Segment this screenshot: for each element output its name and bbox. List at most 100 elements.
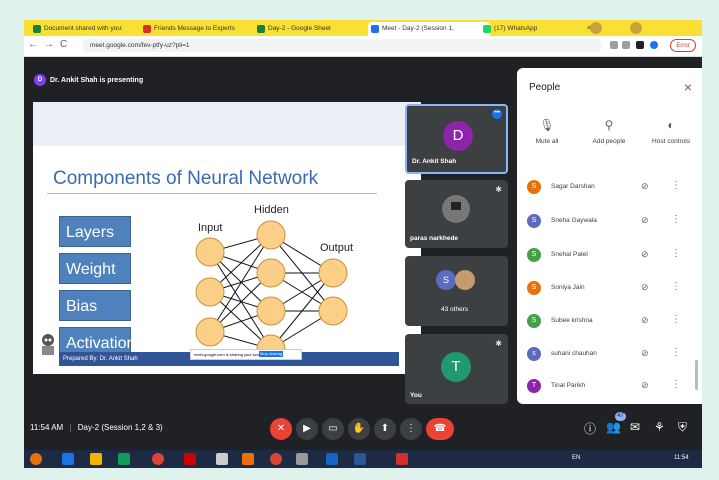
chat-icon[interactable]: ✉	[630, 420, 640, 434]
add-person-icon: ⚲	[604, 118, 614, 132]
participant-row[interactable]: s suhani chauhan ⊘ ⋮	[525, 341, 695, 369]
chrome-icon[interactable]	[152, 453, 164, 465]
more-vert-icon[interactable]: ⋮	[671, 347, 681, 358]
leave-call-button[interactable]: ☎	[426, 418, 454, 440]
share-icon[interactable]	[610, 41, 618, 49]
more-vert-icon[interactable]: ⋮	[671, 214, 681, 225]
opera-icon[interactable]	[184, 453, 196, 465]
tile-name: You	[410, 392, 422, 399]
activities-icon[interactable]: ⚘	[654, 420, 665, 434]
participant-row[interactable]: S Sneha Gaywala ⊘ ⋮	[525, 208, 695, 236]
reload-icon[interactable]: C	[60, 39, 67, 50]
store-icon[interactable]	[118, 453, 130, 465]
info-icon[interactable]: ⓘ	[584, 420, 596, 437]
folder-icon[interactable]	[90, 453, 102, 465]
participant-name: Subee krishna	[551, 317, 593, 324]
participant-avatar: T	[527, 379, 541, 393]
presenting-banner: D Dr. Ankit Shah is presenting	[34, 74, 143, 86]
address-bar[interactable]: meet.google.com/fev-ptfy-uz?pli=1	[82, 39, 602, 52]
start-icon[interactable]	[30, 453, 42, 465]
more-vert-icon[interactable]: ⋮	[671, 180, 681, 191]
sheets-icon	[257, 25, 265, 33]
neuron-node	[195, 277, 225, 307]
participant-avatar: S	[527, 180, 541, 194]
mic-off-icon: ✕	[276, 423, 286, 434]
browser-tab[interactable]: Day-2 - Google Sheet ×	[254, 22, 378, 36]
app-icon[interactable]	[242, 453, 254, 465]
screen: Document shared with you: × Friends Mess…	[24, 20, 702, 468]
participant-row[interactable]: S Sagar Darshan ⊘ ⋮	[525, 174, 695, 202]
tile-presenter[interactable]: D Dr. Ankit Shah •••	[405, 104, 508, 174]
present-button[interactable]: ⬆	[374, 418, 396, 440]
stop-sharing-button[interactable]: Stop sharing	[259, 351, 283, 357]
camera-toggle-button[interactable]: ▶	[296, 418, 318, 440]
participant-avatar: s	[527, 347, 541, 361]
word-icon[interactable]	[354, 453, 366, 465]
add-people-button[interactable]: ⚲ Add people	[579, 118, 639, 145]
back-icon[interactable]: ←	[28, 39, 38, 50]
participant-row[interactable]: S Subee krishna ⊘ ⋮	[525, 308, 695, 336]
people-title: People	[529, 82, 561, 93]
people-icon[interactable]: 👥	[606, 420, 621, 434]
people-count-badge: 47	[615, 412, 626, 421]
notepad-icon[interactable]	[216, 453, 228, 465]
star-icon[interactable]	[622, 41, 630, 49]
forward-icon[interactable]: →	[44, 39, 54, 50]
browser-tab-active[interactable]: Meet - Day-2 (Session 1, ×	[368, 22, 490, 36]
more-vert-icon[interactable]: ⋮	[671, 248, 681, 259]
sharing-notice: meet.google.com is sharing your screen. …	[190, 349, 302, 360]
avatar[interactable]	[650, 41, 658, 49]
chrome-icon[interactable]	[270, 453, 282, 465]
neuron-node	[256, 258, 286, 288]
more-vert-icon[interactable]: ⋮	[671, 314, 681, 325]
participant-avatar: S	[527, 281, 541, 295]
error-button[interactable]: Error	[670, 39, 696, 52]
camera-icon: ▶	[303, 423, 311, 434]
more-vert-icon[interactable]: ⋮	[671, 281, 681, 292]
close-icon[interactable]: ×	[684, 79, 692, 95]
people-panel: People × 🎙 Mute all ⚲ Add people ◐ Host …	[517, 68, 702, 404]
edge-icon[interactable]	[62, 453, 74, 465]
host-controls-button[interactable]: ◐ Host controls	[641, 118, 701, 145]
tile-you[interactable]: T ✱ You	[405, 334, 508, 404]
mic-off-icon: ⊘	[641, 348, 649, 358]
pdf-icon[interactable]	[396, 453, 408, 465]
paras-avatar	[442, 195, 470, 223]
browser-tab[interactable]: Document shared with you: ×	[30, 22, 150, 36]
mic-off-icon: ⊘	[641, 181, 649, 191]
tile-others[interactable]: S 43 others	[405, 256, 508, 326]
whatsapp-icon	[483, 25, 491, 33]
new-tab-icon[interactable]	[590, 22, 602, 34]
browser-tab[interactable]: Friends Message to Experts ×	[140, 22, 264, 36]
captions-button[interactable]: ▭	[322, 418, 344, 440]
more-options-icon[interactable]: •••	[492, 109, 502, 119]
more-vert-icon[interactable]: ⋮	[671, 379, 681, 390]
browser-toolbar: ← → C meet.google.com/fev-ptfy-uz?pli=1 …	[24, 36, 702, 57]
toggle-icon: ◐	[667, 118, 675, 132]
tile-paras[interactable]: ✱ paras narkhede	[405, 180, 508, 248]
mic-off-icon: ⊘	[641, 249, 649, 259]
language-indicator[interactable]: EN	[572, 455, 580, 461]
host-controls-icon[interactable]: ⛨	[678, 420, 687, 435]
participant-row[interactable]: S Snehal Patel ⊘ ⋮	[525, 242, 695, 270]
browser-tab[interactable]: (17) WhatsApp ×	[480, 22, 594, 36]
participant-row[interactable]: T Tinal Parikh ⊘ ⋮	[525, 373, 695, 401]
mic-toggle-button[interactable]: ✕	[270, 418, 292, 440]
raise-hand-button[interactable]: ✋	[348, 418, 370, 440]
more-options-button[interactable]: ⋮	[400, 418, 422, 440]
taskbar-clock[interactable]: 11:54	[674, 455, 689, 461]
mic-off-icon: ✱	[495, 339, 502, 348]
neuron-node	[256, 296, 286, 326]
app-icon[interactable]	[296, 453, 308, 465]
mute-all-button[interactable]: 🎙 Mute all	[517, 118, 577, 145]
you-avatar: T	[441, 352, 471, 382]
scrollbar[interactable]	[695, 360, 698, 390]
hang-up-icon: ☎	[433, 423, 447, 434]
mic-off-icon: ⊘	[641, 215, 649, 225]
participant-row[interactable]: S Soniya Jain ⊘ ⋮	[525, 275, 695, 303]
window-icon[interactable]	[636, 41, 644, 49]
profile-icon[interactable]	[630, 22, 642, 34]
tile-name: Dr. Ankit Shah	[412, 158, 457, 165]
app-icon[interactable]	[326, 453, 338, 465]
participant-name: Snehal Patel	[551, 251, 588, 258]
